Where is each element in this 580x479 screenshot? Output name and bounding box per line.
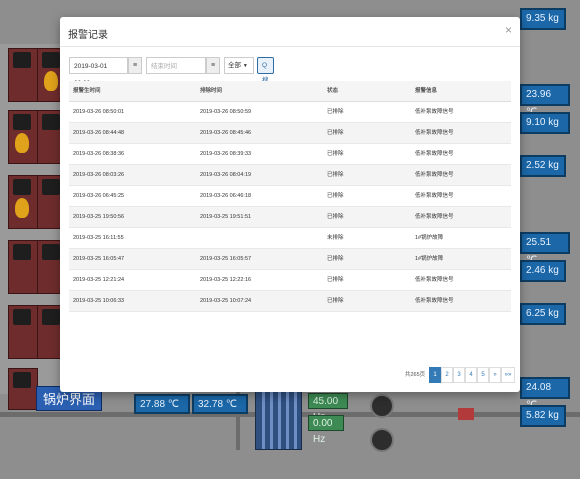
alarm-message: 低补泵故障信号	[415, 214, 454, 220]
last-page-button[interactable]: »»	[501, 367, 515, 383]
status: 已排除	[327, 298, 344, 304]
burner-3	[8, 110, 38, 164]
alarm-message: 1#锅炉故障	[415, 235, 444, 241]
status: 已排除	[327, 172, 344, 178]
table-header: 报警生时间 排除时间 状态 报警信息	[69, 81, 511, 102]
page-button[interactable]: 3	[453, 367, 465, 383]
status: 已排除	[327, 214, 344, 220]
table-row[interactable]: 2019-03-25 16:05:47 2019-03-25 16:05:57 …	[69, 249, 511, 270]
status: 已排除	[327, 109, 344, 115]
clear-time: 2019-03-25 10:07:24	[200, 298, 252, 304]
alarm-message: 低补泵故障信号	[415, 109, 454, 115]
end-time-input[interactable]: 结束时间	[146, 57, 206, 74]
alarm-record-modal: 报警记录 × 2019-03-01 09:29 ≡ 结束时间 ≡ 全部 ▼ Q搜…	[60, 17, 520, 392]
page-button[interactable]: 4	[465, 367, 477, 383]
pump-icon	[370, 394, 394, 418]
calendar-icon[interactable]: ≡	[128, 57, 142, 74]
table-row[interactable]: 2019-03-25 10:06:33 2019-03-25 10:07:24 …	[69, 291, 511, 312]
value-box: 5.82 kg	[520, 405, 566, 427]
status-select[interactable]: 全部 ▼	[224, 57, 254, 74]
alarm-time: 2019-03-26 06:45:25	[73, 193, 125, 199]
alarm-time: 2019-03-26 08:38:36	[73, 151, 125, 157]
alarm-table: 报警生时间 排除时间 状态 报警信息 2019-03-26 08:50:01 2…	[69, 81, 511, 312]
page-button[interactable]: 2	[441, 367, 453, 383]
start-time-input[interactable]: 2019-03-01 09:29	[69, 57, 128, 87]
table-row[interactable]: 2019-03-26 08:03:26 2019-03-26 08:04:19 …	[69, 165, 511, 186]
value-box: 32.78 ℃	[192, 394, 248, 414]
table-row[interactable]: 2019-03-25 16:11:55 未排除 1#锅炉故障	[69, 228, 511, 249]
alarm-message: 1#锅炉故障	[415, 256, 444, 262]
next-page-button[interactable]: »	[489, 367, 501, 383]
clear-time: 2019-03-26 08:45:46	[200, 130, 252, 136]
alarm-time: 2019-03-25 10:06:33	[73, 298, 125, 304]
table-row[interactable]: 2019-03-26 08:50:01 2019-03-26 08:50:59 …	[69, 102, 511, 123]
search-button[interactable]: Q搜索	[257, 57, 274, 99]
value-box: 9.35 kg	[520, 8, 566, 30]
clear-time: 2019-03-26 06:46:18	[200, 193, 252, 199]
table-row[interactable]: 2019-03-26 08:44:48 2019-03-26 08:45:46 …	[69, 123, 511, 144]
chevron-down-icon: ▼	[242, 63, 248, 69]
table-row[interactable]: 2019-03-25 19:50:56 2019-03-25 19:51:51 …	[69, 207, 511, 228]
table-row[interactable]: 2019-03-25 12:21:24 2019-03-25 12:22:16 …	[69, 270, 511, 291]
calendar-icon[interactable]: ≡	[206, 57, 220, 74]
status: 已排除	[327, 193, 344, 199]
alarm-time: 2019-03-25 19:50:56	[73, 214, 125, 220]
alarm-time: 2019-03-26 08:50:01	[73, 109, 125, 115]
alarm-message: 低补泵故障信号	[415, 151, 454, 157]
burner-11	[8, 368, 38, 410]
burner-5	[8, 175, 38, 229]
clear-time: 2019-03-26 08:04:19	[200, 172, 252, 178]
value-box: 27.88 ℃	[134, 394, 190, 414]
value-box: 9.10 kg	[520, 112, 570, 134]
column-header[interactable]: 排除时间	[200, 81, 222, 101]
value-box: 23.96 ℃	[520, 84, 570, 118]
column-header[interactable]: 状态	[327, 81, 338, 101]
value-box: 2.52 kg	[520, 155, 566, 177]
alarm-time: 2019-03-26 08:44:48	[73, 130, 125, 136]
burner-7	[8, 240, 38, 294]
status: 已排除	[327, 151, 344, 157]
divider	[60, 46, 520, 47]
clear-time: 2019-03-25 19:51:51	[200, 214, 252, 220]
table-row[interactable]: 2019-03-26 08:38:36 2019-03-26 08:39:33 …	[69, 144, 511, 165]
alarm-message: 低补泵故障信号	[415, 172, 454, 178]
clear-time: 2019-03-25 12:22:16	[200, 277, 252, 283]
alarm-time: 2019-03-25 12:21:24	[73, 277, 125, 283]
value-box: 25.51 ℃	[520, 232, 570, 266]
pump-icon	[370, 428, 394, 452]
water-tank	[255, 390, 302, 450]
page-button[interactable]: 5	[477, 367, 489, 383]
status: 已排除	[327, 256, 344, 262]
status-select-value: 全部	[228, 62, 241, 69]
status: 已排除	[327, 130, 344, 136]
frequency-box: 0.00 Hz	[308, 415, 344, 445]
column-header[interactable]: 报警信息	[415, 81, 437, 101]
page-button[interactable]: 1	[429, 367, 441, 383]
alarm-message: 低补泵故障信号	[415, 298, 454, 304]
clear-time: 2019-03-25 16:05:57	[200, 256, 252, 262]
page-total: 共265页	[405, 372, 426, 378]
frequency-box: 45.00 Hz	[308, 393, 348, 423]
alarm-time: 2019-03-26 08:03:26	[73, 172, 125, 178]
alarm-time: 2019-03-25 16:05:47	[73, 256, 125, 262]
clear-time: 2019-03-26 08:39:33	[200, 151, 252, 157]
value-box: 6.25 kg	[520, 303, 566, 325]
column-header[interactable]: 报警生时间	[73, 81, 101, 101]
table-row[interactable]: 2019-03-26 06:45:25 2019-03-26 06:46:18 …	[69, 186, 511, 207]
alarm-time: 2019-03-25 16:11:55	[73, 235, 124, 241]
status: 已排除	[327, 277, 344, 283]
burner-9	[8, 305, 38, 359]
alarm-message: 低补泵故障信号	[415, 193, 454, 199]
alarm-message: 低补泵故障信号	[415, 277, 454, 283]
valve-icon	[458, 408, 474, 420]
modal-title: 报警记录	[68, 30, 108, 41]
clear-time: 2019-03-26 08:50:59	[200, 109, 252, 115]
pagination: 共265页 1 2 3 4 5 » »»	[405, 367, 515, 383]
value-box: 24.08 ℃	[520, 377, 570, 411]
status: 未排除	[327, 235, 344, 241]
alarm-message: 低补泵故障信号	[415, 130, 454, 136]
burner-1	[8, 48, 38, 102]
value-box: 2.46 kg	[520, 260, 566, 282]
close-icon[interactable]: ×	[505, 23, 512, 37]
